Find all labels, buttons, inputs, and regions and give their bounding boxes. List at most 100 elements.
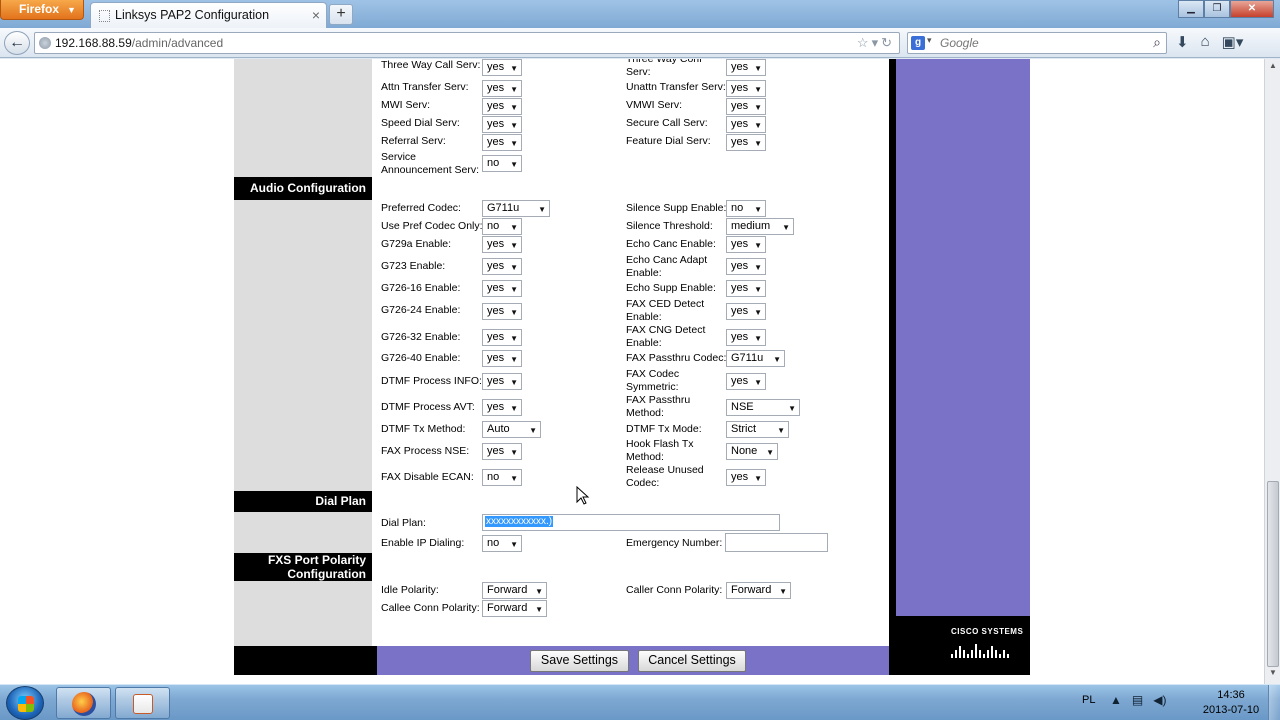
select-vmwi-serv[interactable]: yes ▼ (726, 98, 766, 115)
select-use-pref-codec-only[interactable]: no ▼ (482, 218, 522, 235)
close-tab-icon[interactable]: × (312, 7, 320, 23)
value-g726-40-enable: yes (487, 352, 505, 364)
bookmark-star-icon[interactable]: ☆▾↻ (857, 35, 895, 51)
google-engine-icon[interactable]: g (911, 36, 925, 50)
select-unattn-transfer-serv[interactable]: yes ▼ (726, 80, 766, 97)
select-callee-conn-polarity[interactable]: Forward ▼ (482, 600, 547, 617)
value-echo-canc-enable: yes (731, 238, 749, 250)
select-hook-flash-tx-method[interactable]: None ▼ (726, 443, 778, 460)
select-echo-supp-enable[interactable]: yes ▼ (726, 280, 766, 297)
label-dtmf-tx-mode: DTMF Tx Mode: (626, 423, 702, 435)
select-g726-24-enable[interactable]: yes ▼ (482, 303, 522, 320)
select-attn-transfer-serv[interactable]: yes ▼ (482, 80, 522, 97)
select-g726-32-enable[interactable]: yes ▼ (482, 329, 522, 346)
download-icon[interactable]: ⬇ (1176, 33, 1189, 51)
clock[interactable]: 14:36 2013-07-10 (1201, 688, 1261, 718)
value-unattn-transfer-serv: yes (731, 82, 749, 94)
page-favicon-icon (99, 10, 110, 22)
value-preferred-codec: G711u (487, 202, 520, 214)
select-speed-dial-serv[interactable]: yes ▼ (482, 116, 522, 133)
select-silence-supp-enable[interactable]: no ▼ (726, 200, 766, 217)
emergency-number-input[interactable] (725, 533, 828, 552)
select-echo-canc-adapt-enable[interactable]: yes ▼ (726, 258, 766, 275)
select-three-way-conf-serv[interactable]: yes ▼ (726, 59, 766, 76)
dial-plan-input[interactable]: xxxxxxxxxxxx.) (482, 514, 780, 531)
back-button[interactable]: ← (4, 31, 30, 55)
select-secure-call-serv[interactable]: yes ▼ (726, 116, 766, 133)
select-fax-passthru-codec[interactable]: G711u ▼ (726, 350, 785, 367)
select-dtmf-tx-mode[interactable]: Strict ▼ (726, 421, 789, 438)
show-hidden-icons-icon[interactable]: ▲ (1110, 693, 1122, 707)
select-fax-passthru-method[interactable]: NSE ▼ (726, 399, 800, 416)
select-caller-conn-polarity[interactable]: Forward ▼ (726, 582, 791, 599)
select-idle-polarity[interactable]: Forward ▼ (482, 582, 547, 599)
new-tab-button[interactable]: + (329, 4, 353, 25)
select-mwi-serv[interactable]: yes ▼ (482, 98, 522, 115)
scroll-up-icon[interactable]: ▲ (1267, 61, 1279, 75)
url-host: 192.168.88.59 (55, 36, 132, 50)
volume-icon[interactable]: ◀) (1153, 693, 1166, 707)
select-dtmf-process-avt[interactable]: yes ▼ (482, 399, 522, 416)
select-g723-enable[interactable]: yes ▼ (482, 258, 522, 275)
label-dial-plan: Dial Plan: (381, 517, 426, 529)
addon-icon[interactable]: ▣▾ (1222, 33, 1244, 51)
select-preferred-codec[interactable]: G711u ▼ (482, 200, 550, 217)
select-g726-16-enable[interactable]: yes ▼ (482, 280, 522, 297)
minimize-icon[interactable]: ▁ (1178, 0, 1204, 18)
firefox-menu-button[interactable]: Firefox ▼ (0, 0, 84, 20)
select-fax-ced-detect-enable[interactable]: yes ▼ (726, 303, 766, 320)
select-silence-threshold[interactable]: medium ▼ (726, 218, 794, 235)
scrollbar-thumb[interactable] (1267, 481, 1279, 667)
label-fax-passthru-codec: FAX Passthru Codec: (626, 352, 727, 364)
select-g726-40-enable[interactable]: yes ▼ (482, 350, 522, 367)
cancel-settings-button[interactable]: Cancel Settings (638, 650, 746, 672)
url-path: /admin/advanced (131, 36, 224, 50)
select-three-way-call-serv[interactable]: yes ▼ (482, 59, 522, 76)
select-release-unused-codec[interactable]: yes ▼ (726, 469, 766, 486)
site-identity-icon[interactable] (39, 37, 51, 49)
maximize-icon[interactable]: ❐ (1204, 0, 1230, 18)
windows-taskbar: PL ▲ ▤ ◀) 14:36 2013-07-10 (0, 684, 1280, 720)
label-line1: Echo Canc Adapt (626, 254, 708, 266)
select-referral-serv[interactable]: yes ▼ (482, 134, 522, 151)
select-dtmf-tx-method[interactable]: Auto ▼ (482, 421, 541, 438)
chevron-down-icon: ▼ (510, 285, 518, 294)
url-bar[interactable]: 192.168.88.59/admin/advanced ☆▾↻ (34, 32, 900, 54)
select-fax-codec-symmetric[interactable]: yes ▼ (726, 373, 766, 390)
save-settings-button[interactable]: Save Settings (530, 650, 629, 672)
close-window-icon[interactable]: ✕ (1230, 0, 1274, 18)
page-scrollbar[interactable]: ▲ ▼ (1264, 59, 1280, 684)
label-line2: Enable: (626, 311, 662, 323)
search-bar[interactable]: g ▾ Google ⌕ (907, 32, 1167, 54)
select-fax-disable-ecan[interactable]: no ▼ (482, 469, 522, 486)
network-icon[interactable]: ▤ (1132, 693, 1143, 707)
chevron-down-icon: ▼ (754, 85, 762, 94)
engine-dropdown-icon[interactable]: ▾ (927, 35, 932, 46)
language-indicator[interactable]: PL (1082, 694, 1095, 706)
home-icon[interactable]: ⌂ (1201, 33, 1210, 51)
firefox-menu-label: Firefox (19, 2, 60, 16)
select-fax-cng-detect-enable[interactable]: yes ▼ (726, 329, 766, 346)
search-icon[interactable]: ⌕ (1153, 34, 1161, 51)
value-release-unused-codec: yes (731, 471, 749, 483)
mouse-pointer-icon (576, 486, 590, 505)
show-desktop-button[interactable] (1268, 685, 1280, 720)
taskbar-firefox[interactable] (56, 687, 111, 719)
chevron-down-icon: ▼ (754, 205, 762, 214)
value-use-pref-codec-only: no (487, 220, 500, 232)
scroll-down-icon[interactable]: ▼ (1267, 668, 1279, 682)
select-dtmf-process-info[interactable]: yes ▼ (482, 373, 522, 390)
taskbar-app[interactable] (115, 687, 170, 719)
select-fax-process-nse[interactable]: yes ▼ (482, 443, 522, 460)
chevron-down-icon: ▼ (510, 121, 518, 130)
select-g729a-enable[interactable]: yes ▼ (482, 236, 522, 253)
select-service-announcement-serv[interactable]: no ▼ (482, 155, 522, 172)
chevron-down-icon: ▼ (510, 139, 518, 148)
select-enable-ip-dialing[interactable]: no ▼ (482, 535, 522, 552)
browser-tab[interactable]: Linksys PAP2 Configuration × (90, 2, 327, 28)
start-button[interactable] (6, 686, 44, 720)
label-line2: Announcement Serv: (381, 164, 480, 176)
select-feature-dial-serv[interactable]: yes ▼ (726, 134, 766, 151)
value-dtmf-process-info: yes (487, 375, 505, 387)
select-echo-canc-enable[interactable]: yes ▼ (726, 236, 766, 253)
